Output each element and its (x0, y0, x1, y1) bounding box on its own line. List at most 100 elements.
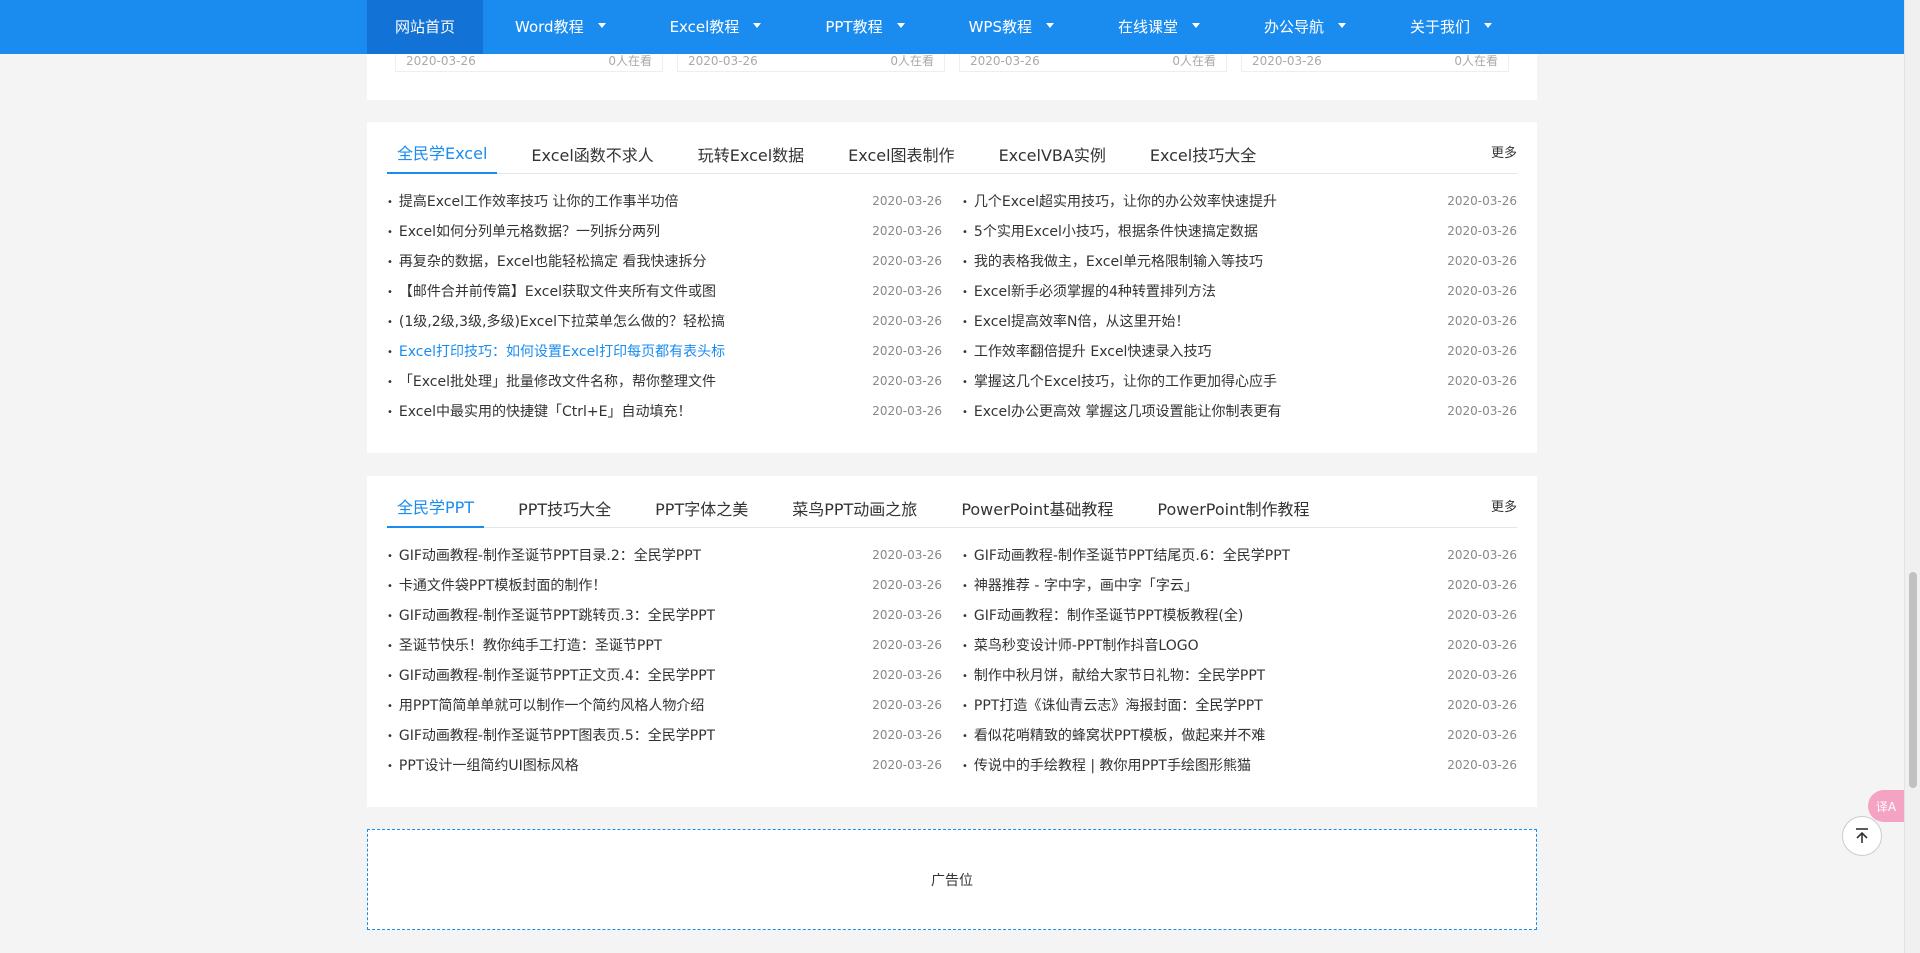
article-link[interactable]: 几个Excel超实用技巧，让你的办公效率快速提升 (962, 191, 1277, 211)
article-link[interactable]: Excel中最实用的快捷键「Ctrl+E」自动填充！ (387, 401, 692, 421)
article-link[interactable]: 制作中秋月饼，献给大家节日礼物：全民学PPT (962, 665, 1265, 685)
article-link[interactable]: 再复杂的数据，Excel也能轻松搞定 看我快速拆分 (387, 251, 707, 271)
article-link[interactable]: 菜鸟秒变设计师-PPT制作抖音LOGO (962, 635, 1199, 655)
nav-item[interactable]: Word教程 (483, 0, 638, 54)
article-date: 2020-03-26 (872, 284, 942, 298)
list-item: Excel如何分列单元格数据？一列拆分两列 2020-03-26 (387, 216, 942, 246)
ppt-tabs: 全民学PPT PPT技巧大全 PPT字体之美 菜鸟PPT动画之旅 PowerPoint基… (387, 476, 1517, 528)
article-date: 2020-03-26 (1447, 284, 1517, 298)
list-item: 传说中的手绘教程 | 教你用PPT手绘图形熊猫 2020-03-26 (962, 750, 1517, 780)
article-link[interactable]: GIF动画教程-制作圣诞节PPT正文页.4：全民学PPT (387, 665, 715, 685)
article-link[interactable]: Excel办公更高效 掌握这几项设置能让你制表更有 (962, 401, 1282, 421)
list-item: GIF动画教程-制作圣诞节PPT跳转页.3：全民学PPT 2020-03-26 (387, 600, 942, 630)
ad-label: 广告位 (931, 872, 973, 889)
article-date: 2020-03-26 (872, 194, 942, 208)
article-link[interactable]: 用PPT简简单单就可以制作一个简约风格人物介绍 (387, 695, 704, 715)
list-item: 制作中秋月饼，献给大家节日礼物：全民学PPT 2020-03-26 (962, 660, 1517, 690)
tab[interactable]: 全民学Excel (387, 140, 498, 174)
article-link[interactable]: Excel打印技巧：如何设置Excel打印每页都有表头标 (387, 341, 725, 361)
article-link[interactable]: 5个实用Excel小技巧，根据条件快速搞定数据 (962, 221, 1258, 241)
list-item: 用PPT简简单单就可以制作一个简约风格人物介绍 2020-03-26 (387, 690, 942, 720)
list-item: 工作效率翻倍提升 Excel快速录入技巧 2020-03-26 (962, 336, 1517, 366)
nav-item[interactable]: Excel教程 (638, 0, 794, 54)
article-link[interactable]: Excel如何分列单元格数据？一列拆分两列 (387, 221, 660, 241)
tab[interactable]: Excel函数不求人 (521, 142, 663, 174)
article-date: 2020-03-26 (872, 758, 942, 772)
excel-tabs: 全民学Excel Excel函数不求人 玩转Excel数据 Excel图表制作 Exce… (387, 122, 1517, 174)
article-views: 0人在看 (1454, 54, 1498, 68)
article-link[interactable]: 提高Excel工作效率技巧 让你的工作事半功倍 (387, 191, 679, 211)
tab[interactable]: Excel技巧大全 (1140, 142, 1266, 174)
article-date: 2020-03-26 (872, 578, 942, 592)
list-item: 神器推荐 - 字中字，画中字「字云」 2020-03-26 (962, 570, 1517, 600)
article-link[interactable]: 掌握这几个Excel技巧，让你的工作更加得心应手 (962, 371, 1277, 391)
article-date: 2020-03-26 (872, 698, 942, 712)
list-item: GIF动画教程：制作圣诞节PPT模板教程(全) 2020-03-26 (962, 600, 1517, 630)
article-date: 2020-03-26 (872, 728, 942, 742)
excel-more-link[interactable]: 更多 (1491, 142, 1517, 161)
tab[interactable]: PowerPoint基础教程 (951, 496, 1123, 528)
tab[interactable]: 全民学PPT (387, 494, 485, 528)
article-link[interactable]: PPT打造《诛仙青云志》海报封面：全民学PPT (962, 695, 1263, 715)
tab[interactable]: PPT技巧大全 (508, 496, 621, 528)
top-navigation: 网站首页 Word教程 Excel教程 PPT教程 WPS教程 在线课堂 办公导航 关于我们 (0, 0, 1904, 54)
nav-item-label: Word教程 (515, 18, 584, 36)
article-link[interactable]: 工作效率翻倍提升 Excel快速录入技巧 (962, 341, 1212, 361)
article-link[interactable]: Excel新手必须掌握的4种转置排列方法 (962, 281, 1216, 301)
nav-item[interactable]: 在线课堂 (1086, 0, 1232, 54)
nav-item[interactable]: 网站首页 (367, 0, 484, 54)
tab[interactable]: 菜鸟PPT动画之旅 (782, 496, 927, 528)
article-link[interactable]: 【邮件合并前传篇】Excel获取文件夹所有文件或图 (387, 281, 716, 301)
article-link[interactable]: 卡通文件袋PPT模板封面的制作！ (387, 575, 606, 595)
nav-item-label: 网站首页 (395, 18, 456, 36)
article-date: 2020-03-26 (872, 548, 942, 562)
ppt-more-link[interactable]: 更多 (1491, 496, 1517, 515)
article-link[interactable]: 看似花哨精致的蜂窝状PPT模板，做起来并不难 (962, 725, 1265, 745)
article-date: 2020-03-26 (1447, 578, 1517, 592)
ppt-list-left: GIF动画教程-制作圣诞节PPT目录.2：全民学PPT 2020-03-26 卡通文… (387, 540, 942, 780)
article-link[interactable]: GIF动画教程-制作圣诞节PPT结尾页.6：全民学PPT (962, 545, 1290, 565)
article-link[interactable]: GIF动画教程：制作圣诞节PPT模板教程(全) (962, 605, 1243, 625)
nav-item[interactable]: 办公导航 (1232, 0, 1378, 54)
nav-item[interactable]: WPS教程 (937, 0, 1086, 54)
tab[interactable]: 玩转Excel数据 (688, 142, 814, 174)
article-link[interactable]: 神器推荐 - 字中字，画中字「字云」 (962, 575, 1198, 595)
tab[interactable]: Excel图表制作 (838, 142, 964, 174)
article-views: 0人在看 (608, 54, 652, 68)
article-date: 2020-03-26 (1447, 224, 1517, 238)
list-item: GIF动画教程-制作圣诞节PPT图表页.5：全民学PPT 2020-03-26 (387, 720, 942, 750)
article-date: 2020-03-26 (970, 53, 1040, 68)
article-link[interactable]: 「Excel批处理」批量修改文件名称，帮你整理文件 (387, 371, 716, 391)
list-item: Excel新手必须掌握的4种转置排列方法 2020-03-26 (962, 276, 1517, 306)
ad-slot[interactable]: 广告位 (367, 829, 1537, 930)
article-views: 0人在看 (1172, 54, 1216, 68)
chevron-down-icon (1338, 23, 1347, 28)
nav-item[interactable]: 关于我们 (1378, 0, 1524, 54)
tab[interactable]: PowerPoint制作教程 (1147, 496, 1319, 528)
list-item: 圣诞节快乐！教你纯手工打造：圣诞节PPT 2020-03-26 (387, 630, 942, 660)
article-link[interactable]: GIF动画教程-制作圣诞节PPT目录.2：全民学PPT (387, 545, 701, 565)
nav-item[interactable]: PPT教程 (793, 0, 936, 54)
article-link[interactable]: 我的表格我做主，Excel单元格限制输入等技巧 (962, 251, 1263, 271)
article-link[interactable]: GIF动画教程-制作圣诞节PPT图表页.5：全民学PPT (387, 725, 715, 745)
translate-button[interactable]: 译A (1868, 790, 1904, 822)
list-item: 看似花哨精致的蜂窝状PPT模板，做起来并不难 2020-03-26 (962, 720, 1517, 750)
chevron-down-icon (1484, 23, 1493, 28)
article-link[interactable]: 圣诞节快乐！教你纯手工打造：圣诞节PPT (387, 635, 662, 655)
page-scrollbar[interactable] (1904, 0, 1920, 953)
article-date: 2020-03-26 (1447, 374, 1517, 388)
article-link[interactable]: GIF动画教程-制作圣诞节PPT跳转页.3：全民学PPT (387, 605, 715, 625)
scrollbar-thumb[interactable] (1909, 572, 1917, 788)
article-link[interactable]: 传说中的手绘教程 | 教你用PPT手绘图形熊猫 (962, 755, 1251, 775)
tab[interactable]: PPT字体之美 (645, 496, 758, 528)
article-link[interactable]: PPT设计一组简约UI图标风格 (387, 755, 579, 775)
list-item: 再复杂的数据，Excel也能轻松搞定 看我快速拆分 2020-03-26 (387, 246, 942, 276)
article-date: 2020-03-26 (688, 53, 758, 68)
list-item: (1级,2级,3级,多级)Excel下拉菜单怎么做的？轻松搞 2020-03-26 (387, 306, 942, 336)
article-date: 2020-03-26 (1447, 254, 1517, 268)
back-to-top-button[interactable] (1842, 816, 1882, 856)
tab[interactable]: ExcelVBA实例 (989, 142, 1116, 174)
article-link[interactable]: Excel提高效率N倍，从这里开始！ (962, 311, 1190, 331)
article-link[interactable]: (1级,2级,3级,多级)Excel下拉菜单怎么做的？轻松搞 (387, 311, 725, 331)
article-date: 2020-03-26 (1447, 668, 1517, 682)
